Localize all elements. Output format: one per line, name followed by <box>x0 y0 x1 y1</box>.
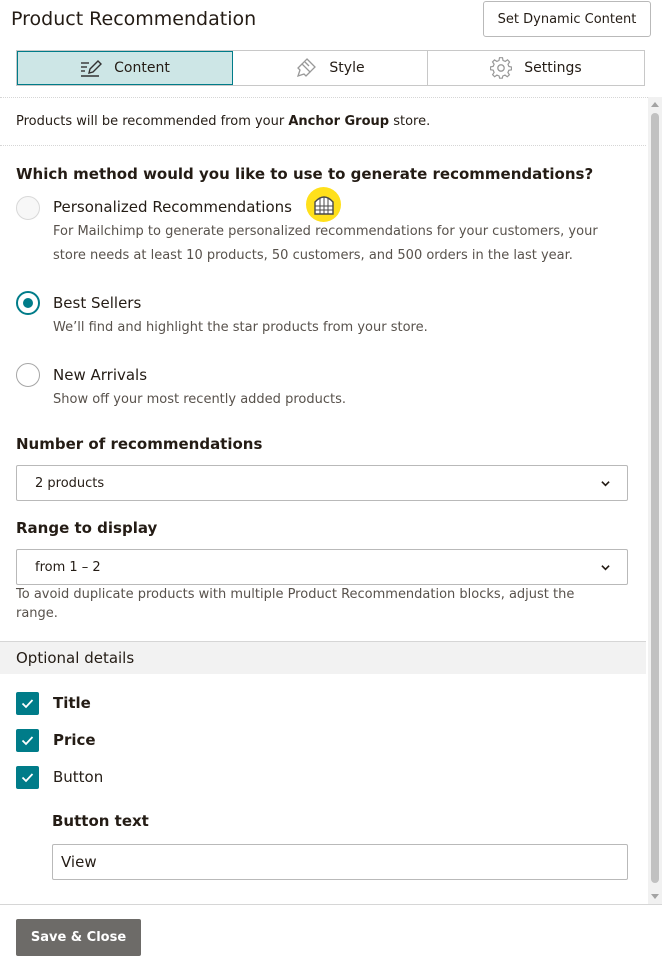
tab-content[interactable]: Content <box>17 51 233 85</box>
store-info-suffix: store. <box>389 114 431 129</box>
radio-best-sellers[interactable] <box>16 291 40 315</box>
panel-footer: Save & Close <box>0 904 662 961</box>
radio-personalized[interactable] <box>16 196 40 220</box>
tab-bar: Content Style Settings <box>16 50 645 86</box>
optional-details-heading: Optional details <box>0 641 646 674</box>
button-text-input[interactable]: View <box>52 844 628 880</box>
panel-header: Product Recommendation Set Dynamic Conte… <box>0 0 662 42</box>
checkbox-price-label: Price <box>53 731 96 749</box>
store-name: Anchor Group <box>288 114 390 129</box>
range-help-text: To avoid duplicate products with multipl… <box>16 587 575 621</box>
pencil-edit-icon <box>80 57 103 79</box>
range-value: from 1 – 2 <box>35 559 101 575</box>
radio-new-arrivals[interactable] <box>16 363 40 387</box>
scrollbar-thumb[interactable] <box>651 113 659 883</box>
store-info-text: Products will be recommended from your A… <box>16 114 430 129</box>
button-text-label: Button text <box>52 812 149 830</box>
option-personalized-description: For Mailchimp to generate personalized r… <box>53 224 598 263</box>
option-personalized-label: Personalized Recommendations <box>53 198 292 216</box>
save-close-button[interactable]: Save & Close <box>16 919 141 956</box>
paint-brush-icon <box>295 57 317 79</box>
number-of-recommendations-label: Number of recommendations <box>16 435 263 453</box>
scroll-down-arrow-icon[interactable] <box>651 894 659 899</box>
checkmark-icon <box>21 736 34 746</box>
checkbox-button-label: Button <box>53 768 104 786</box>
tab-settings[interactable]: Settings <box>428 51 644 85</box>
range-select[interactable]: from 1 – 2 <box>16 549 628 585</box>
tab-style-label: Style <box>329 60 365 76</box>
option-new-arrivals-label: New Arrivals <box>53 366 148 384</box>
number-of-recommendations-value: 2 products <box>35 475 105 491</box>
store-info-prefix: Products will be recommended from your <box>16 114 289 129</box>
chevron-down-icon <box>601 565 610 571</box>
set-dynamic-content-button[interactable]: Set Dynamic Content <box>483 1 651 37</box>
number-of-recommendations-select[interactable]: 2 products <box>16 465 628 501</box>
option-new-arrivals-description: Show off your most recently added produc… <box>53 392 346 407</box>
option-best-sellers-description: We’ll find and highlight the star produc… <box>53 320 428 335</box>
chevron-down-icon <box>601 481 610 487</box>
checkbox-button[interactable] <box>16 766 39 789</box>
method-question: Which method would you like to use to ge… <box>16 165 594 183</box>
option-best-sellers-label: Best Sellers <box>53 294 142 312</box>
tab-content-label: Content <box>114 60 170 76</box>
divider <box>0 145 646 146</box>
checkbox-title-label: Title <box>53 694 91 712</box>
checkbox-price[interactable] <box>16 729 39 752</box>
checkbox-title[interactable] <box>16 692 39 715</box>
scroll-up-arrow-icon[interactable] <box>651 102 659 107</box>
panel-title: Product Recommendation <box>11 8 257 30</box>
gated-feature-badge-icon <box>306 187 341 222</box>
tab-settings-label: Settings <box>524 60 582 76</box>
tab-style[interactable]: Style <box>233 51 428 85</box>
range-label: Range to display <box>16 519 158 537</box>
content-panel: Products will be recommended from your A… <box>0 97 662 904</box>
gear-icon <box>490 57 513 79</box>
checkmark-icon <box>21 773 34 783</box>
scrollbar[interactable] <box>648 97 662 904</box>
checkmark-icon <box>21 699 34 709</box>
